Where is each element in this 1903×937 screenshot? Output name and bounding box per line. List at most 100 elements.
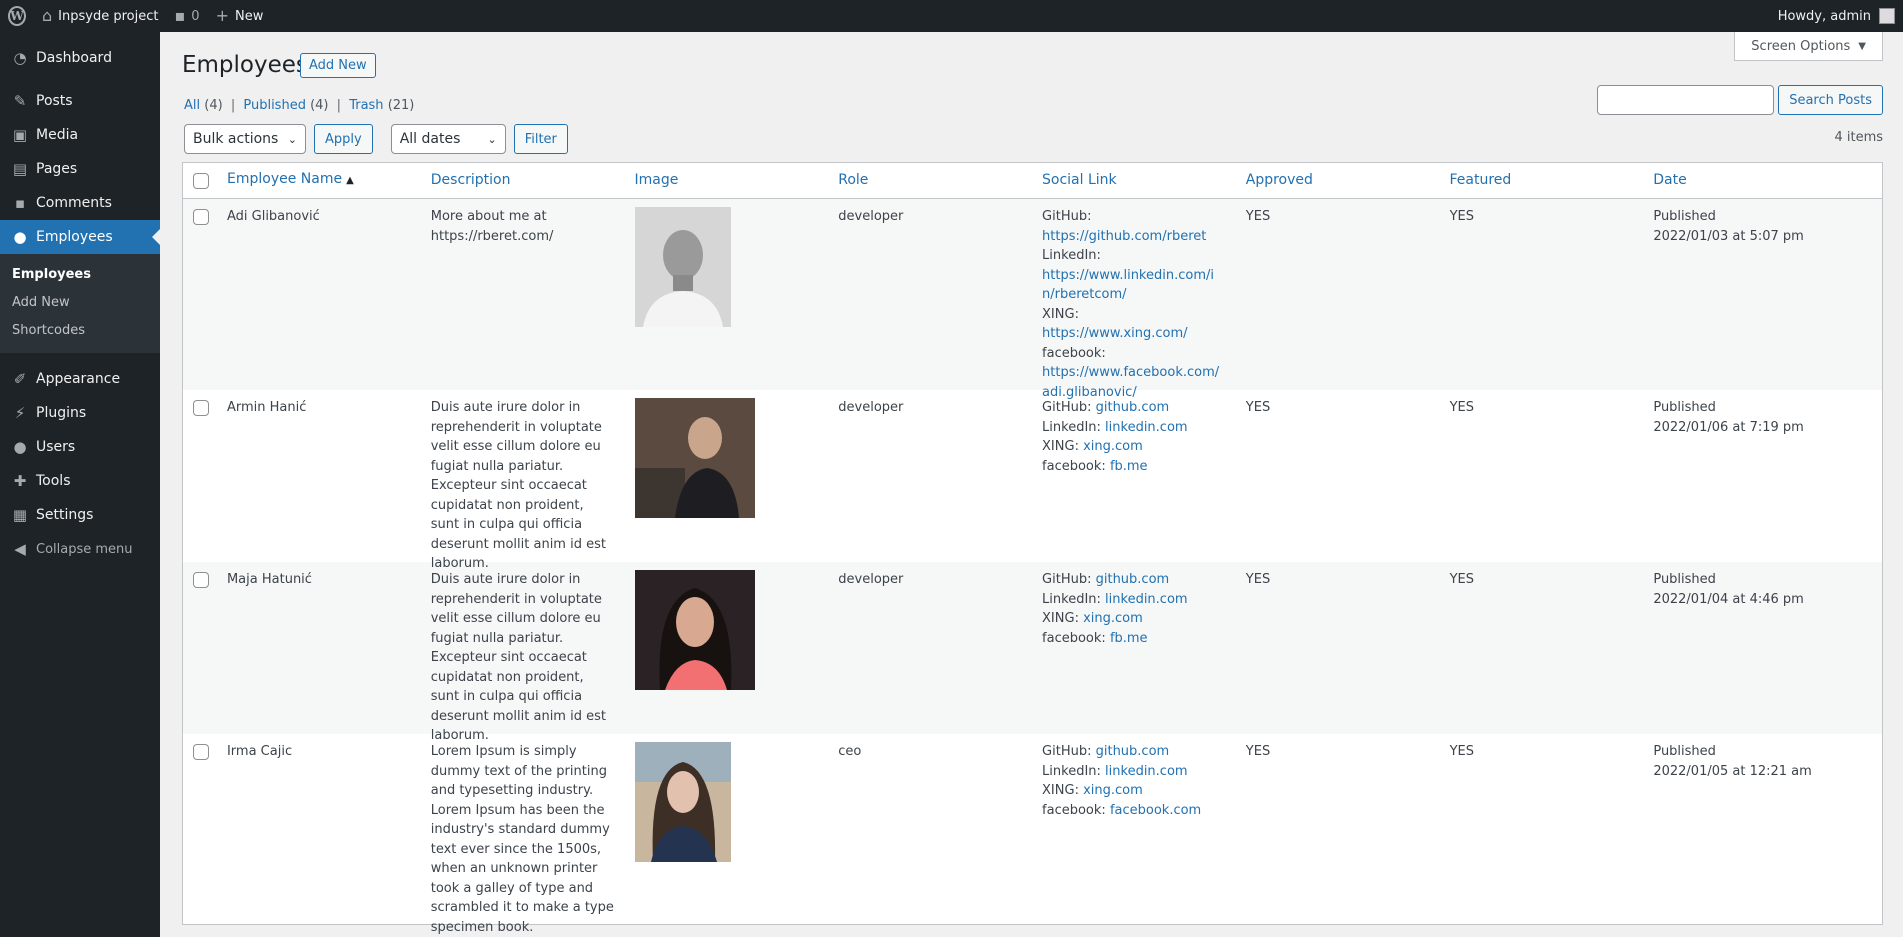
sidebar-item-settings[interactable]: ▦ Settings (0, 498, 160, 532)
filter-all-label: All (184, 98, 201, 113)
social-github-link[interactable]: github.com (1096, 744, 1170, 759)
social-github-link[interactable]: https://github.com/rberet (1042, 229, 1206, 244)
my-account-link[interactable]: Howdy, admin (1778, 8, 1903, 24)
add-new-button[interactable]: Add New (300, 53, 376, 78)
filter-button[interactable]: Filter (513, 124, 568, 154)
social-facebook-label: facebook: (1042, 458, 1106, 474)
bulk-actions-select[interactable]: Bulk actions ⌄ (184, 124, 306, 154)
sidebar-item-media[interactable]: ▣ Media (0, 118, 160, 152)
column-header-social-link[interactable]: Social Link (1032, 171, 1236, 191)
table-header-row: Employee Name ▲ Description Image Role So… (183, 163, 1882, 199)
social-linkedin-link[interactable]: linkedin.com (1105, 764, 1188, 779)
social-github-link[interactable]: github.com (1096, 400, 1170, 415)
social-linkedin-label: LinkedIn: (1042, 419, 1101, 435)
publish-date: 2022/01/04 at 4:46 pm (1653, 591, 1804, 607)
column-header-featured[interactable]: Featured (1440, 171, 1644, 191)
wordpress-logo-icon[interactable]: W (0, 0, 34, 32)
employee-role: ceo (838, 744, 862, 759)
filter-separator: | (230, 98, 236, 113)
sidebar-item-plugins[interactable]: ⚡ Plugins (0, 396, 160, 430)
sidebar-item-posts[interactable]: ✎ Posts (0, 84, 160, 118)
social-xing-link[interactable]: xing.com (1083, 439, 1143, 454)
apply-button[interactable]: Apply (314, 124, 373, 154)
search-input[interactable] (1597, 85, 1775, 115)
collapse-menu-button[interactable]: ◀ Collapse menu (0, 532, 160, 566)
row-checkbox[interactable] (193, 400, 209, 416)
social-linkedin-label: LinkedIn: (1042, 591, 1101, 607)
items-count: 4 items (1834, 130, 1883, 145)
sidebar-item-employees[interactable]: ● Employees (0, 220, 160, 254)
social-linkedin-label: LinkedIn: (1042, 763, 1101, 779)
column-header-date[interactable]: Date (1643, 171, 1882, 191)
filter-all-count: (4) (204, 98, 223, 113)
filter-published-link[interactable]: Published (4) (243, 98, 328, 113)
column-header-role[interactable]: Role (828, 171, 1032, 191)
employee-date-cell: Published 2022/01/06 at 7:19 pm (1643, 390, 1882, 562)
social-github-label: GitHub: (1042, 744, 1092, 759)
dashboard-icon: ◔ (13, 49, 27, 67)
sidebar-item-comments[interactable]: ▪ Comments (0, 186, 160, 220)
admin-sidebar: ◔ Dashboard ✎ Posts ▣ Media ▤ Pages ▪ Co… (0, 32, 160, 937)
filter-trash-link[interactable]: Trash (21) (349, 98, 414, 113)
employee-name[interactable]: Irma Cajic (217, 734, 421, 924)
filter-all-link[interactable]: All (4) (184, 98, 223, 113)
social-github-link[interactable]: github.com (1096, 572, 1170, 587)
row-checkbox[interactable] (193, 209, 209, 225)
social-facebook-link[interactable]: fb.me (1110, 459, 1148, 474)
sidebar-item-label: Pages (36, 161, 78, 177)
howdy-label: Howdy, admin (1777, 8, 1871, 24)
employee-name[interactable]: Adi Glibanović (217, 199, 421, 390)
social-linkedin-link[interactable]: linkedin.com (1105, 420, 1188, 435)
site-name-link[interactable]: ⌂ Inpsyde project (34, 0, 166, 32)
submenu-add-new[interactable]: Add New (0, 289, 160, 317)
submenu-employees[interactable]: Employees (0, 261, 160, 289)
publish-status: Published (1653, 400, 1716, 415)
row-checkbox[interactable] (193, 572, 209, 588)
employee-approved: YES (1245, 572, 1271, 587)
social-facebook-link[interactable]: facebook.com (1110, 803, 1201, 818)
social-xing-label: XING: (1042, 439, 1079, 454)
employee-featured: YES (1449, 400, 1474, 415)
sidebar-item-appearance[interactable]: ✐ Appearance (0, 362, 160, 396)
column-header-approved[interactable]: Approved (1236, 171, 1440, 191)
new-label: New (234, 8, 264, 24)
filter-separator: | (336, 98, 342, 113)
employee-social-links: GitHub: github.com LinkedIn: linkedin.co… (1032, 562, 1236, 734)
search-posts-button[interactable]: Search Posts (1778, 85, 1883, 115)
select-all-checkbox[interactable] (193, 172, 209, 189)
comments-count: 0 (191, 8, 200, 24)
column-header-description[interactable]: Description (421, 171, 625, 191)
employee-photo (634, 742, 731, 862)
social-xing-link[interactable]: xing.com (1083, 611, 1143, 626)
sidebar-item-pages[interactable]: ▤ Pages (0, 152, 160, 186)
social-xing-link[interactable]: xing.com (1083, 783, 1143, 798)
social-linkedin-link[interactable]: linkedin.com (1105, 592, 1188, 607)
publish-date: 2022/01/05 at 12:21 am (1653, 763, 1812, 779)
employees-table: Employee Name ▲ Description Image Role So… (182, 162, 1883, 935)
dates-filter-select[interactable]: All dates ⌄ (390, 124, 506, 154)
social-facebook-label: facebook: (1042, 345, 1106, 361)
social-facebook-label: facebook: (1042, 630, 1106, 646)
column-header-image[interactable]: Image (625, 171, 829, 191)
social-xing-link[interactable]: https://www.xing.com/ (1042, 326, 1188, 341)
publish-status: Published (1653, 744, 1716, 759)
filter-trash-count: (21) (387, 98, 415, 113)
row-checkbox[interactable] (193, 744, 209, 760)
sidebar-item-dashboard[interactable]: ◔ Dashboard (0, 41, 160, 75)
sidebar-item-tools[interactable]: ✚ Tools (0, 464, 160, 498)
sidebar-item-users[interactable]: ● Users (0, 430, 160, 464)
comments-link[interactable]: ▪ 0 (166, 0, 207, 32)
social-facebook-link[interactable]: fb.me (1110, 631, 1148, 646)
employee-description: Lorem Ipsum is simply dummy text of the … (430, 744, 614, 935)
employee-photo (634, 570, 755, 690)
submenu-shortcodes[interactable]: Shortcodes (0, 317, 160, 345)
employee-name[interactable]: Armin Hanić (217, 390, 421, 562)
wrench-icon: ✚ (13, 472, 27, 490)
screen-options-button[interactable]: Screen Options ▼ (1734, 32, 1883, 61)
social-linkedin-link[interactable]: https://www.linkedin.com/in/rberetcom/ (1042, 268, 1214, 303)
column-header-name[interactable]: Employee Name ▲ (217, 170, 421, 191)
employee-name[interactable]: Maja Hatunić (217, 562, 421, 734)
employee-date-cell: Published 2022/01/04 at 4:46 pm (1643, 562, 1882, 734)
employee-description: Duis aute irure dolor in reprehenderit i… (430, 400, 606, 571)
new-content-link[interactable]: + New (208, 0, 272, 32)
